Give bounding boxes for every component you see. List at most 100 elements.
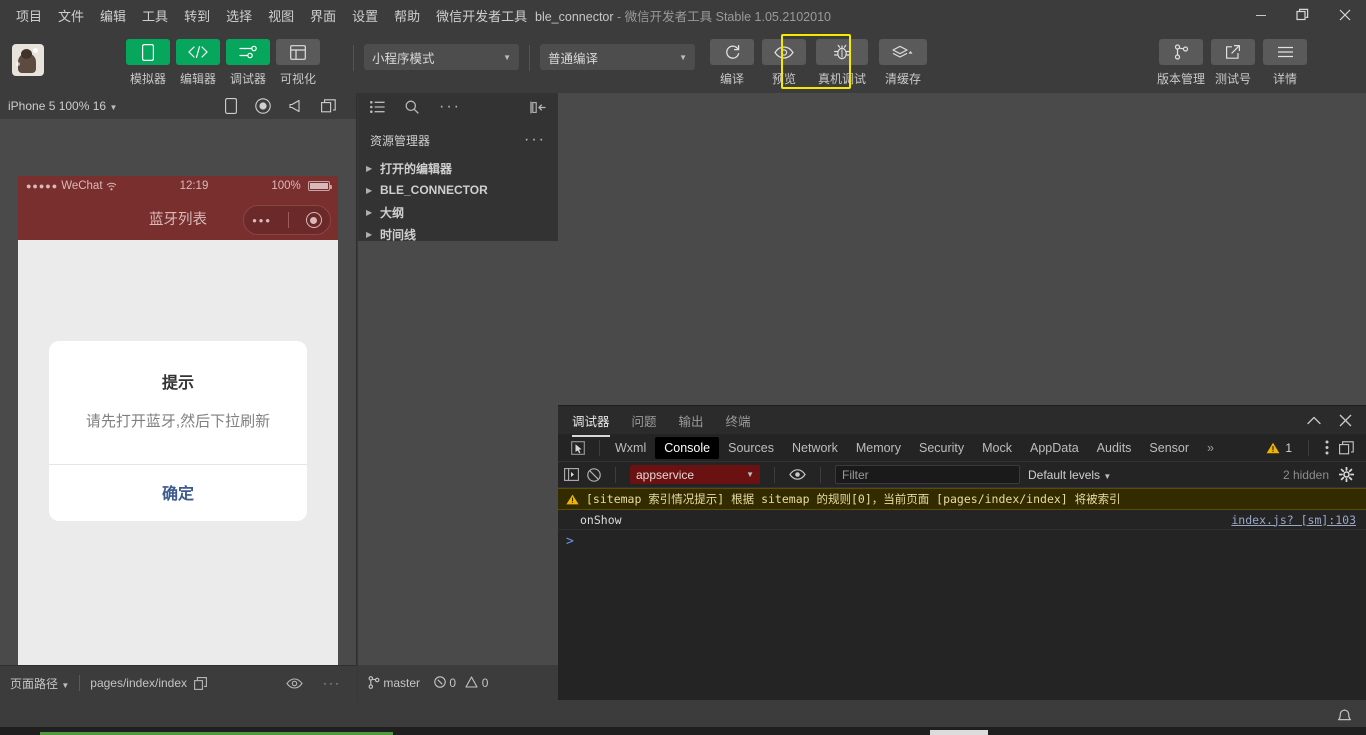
subtab-sources[interactable]: Sources bbox=[719, 437, 783, 459]
volume-icon[interactable] bbox=[289, 99, 303, 113]
capsule-more-icon[interactable]: ••• bbox=[252, 213, 272, 228]
menu-item-edit[interactable]: 编辑 bbox=[92, 2, 134, 29]
subtab-console[interactable]: Console bbox=[655, 436, 720, 459]
simulator-toggle-button[interactable]: 模拟器 bbox=[125, 39, 171, 87]
avatar[interactable] bbox=[12, 44, 44, 76]
problems-status[interactable]: 0 0 bbox=[434, 676, 488, 690]
menu-item-help[interactable]: 帮助 bbox=[386, 2, 428, 29]
multi-window-icon[interactable] bbox=[321, 99, 336, 113]
chevron-down-icon: ▼ bbox=[746, 470, 754, 479]
tree-item-open-editors[interactable]: ▶ 打开的编辑器 bbox=[358, 157, 558, 179]
error-count: 0 bbox=[449, 675, 457, 690]
console-prompt-caret: > bbox=[566, 534, 574, 549]
more-icon[interactable]: ··· bbox=[439, 98, 461, 116]
menu-item-tools[interactable]: 工具 bbox=[134, 2, 176, 29]
menu-item-select[interactable]: 选择 bbox=[218, 2, 260, 29]
device-select-value: iPhone 5 100% 16 bbox=[8, 99, 107, 113]
console-log-info[interactable]: onShow index.js? [sm]:103 bbox=[558, 510, 1366, 530]
menu-item-interface[interactable]: 界面 bbox=[302, 2, 344, 29]
subtab-mock[interactable]: Mock bbox=[973, 437, 1021, 459]
chevron-up-icon[interactable] bbox=[1307, 416, 1321, 425]
console-log-source[interactable]: index.js? [sm]:103 bbox=[1231, 513, 1356, 527]
tree-item-outline[interactable]: ▶ 大纲 bbox=[358, 201, 558, 223]
tab-output[interactable]: 输出 bbox=[679, 405, 704, 436]
real-device-debug-button[interactable]: 真机调试 bbox=[813, 39, 871, 87]
list-icon[interactable] bbox=[370, 101, 385, 113]
details-button[interactable]: 详情 bbox=[1262, 39, 1308, 87]
console-prompt[interactable]: > bbox=[558, 530, 1366, 553]
subtab-wxml[interactable]: Wxml bbox=[606, 437, 655, 459]
preview-button[interactable]: 预览 bbox=[761, 39, 807, 87]
page-path-value: pages/index/index bbox=[90, 676, 188, 690]
compile-mode-select[interactable]: 普通编译 ▼ bbox=[540, 44, 695, 70]
preview-label: 预览 bbox=[771, 72, 796, 86]
bell-icon[interactable] bbox=[1337, 709, 1366, 726]
dialog-confirm-button[interactable]: 确定 bbox=[49, 465, 307, 521]
console-filter-input[interactable]: Filter bbox=[835, 465, 1020, 484]
search-icon[interactable] bbox=[405, 100, 419, 114]
tab-problems[interactable]: 问题 bbox=[632, 405, 657, 436]
menu-item-file[interactable]: 文件 bbox=[50, 2, 92, 29]
live-expression-icon[interactable] bbox=[789, 469, 806, 480]
menu-item-settings[interactable]: 设置 bbox=[344, 2, 386, 29]
close-icon[interactable] bbox=[1339, 414, 1352, 427]
compile-button[interactable]: 编译 bbox=[709, 39, 755, 87]
preview-eye-icon[interactable] bbox=[286, 677, 303, 689]
record-icon[interactable] bbox=[255, 98, 271, 114]
app-mode-select[interactable]: 小程序模式 ▼ bbox=[364, 44, 519, 70]
branch-status[interactable]: master bbox=[368, 676, 420, 690]
error-circle-icon bbox=[434, 676, 449, 690]
menu-item-goto[interactable]: 转到 bbox=[176, 2, 218, 29]
inspect-element-icon[interactable] bbox=[564, 440, 593, 455]
window-title-project: ble_connector bbox=[535, 9, 614, 24]
subtab-memory[interactable]: Memory bbox=[847, 437, 910, 459]
dock-panel-icon[interactable] bbox=[1339, 440, 1354, 455]
tab-debugger[interactable]: 调试器 bbox=[572, 405, 610, 437]
page-path-select[interactable]: 页面路径 ▼ bbox=[10, 675, 69, 692]
wechat-capsule[interactable]: ••• bbox=[243, 205, 331, 235]
branch-icon bbox=[1159, 39, 1203, 65]
warning-badge[interactable]: 1 bbox=[1266, 441, 1292, 455]
test-account-button[interactable]: 测试号 bbox=[1210, 39, 1256, 87]
menu-item-view[interactable]: 视图 bbox=[260, 2, 302, 29]
menu-item-devtools[interactable]: 微信开发者工具 bbox=[428, 2, 535, 29]
collapse-panel-icon[interactable] bbox=[530, 101, 546, 114]
capsule-close-icon[interactable] bbox=[305, 212, 322, 228]
console-levels-select[interactable]: Default levels ▼ bbox=[1028, 468, 1111, 482]
subtab-audits[interactable]: Audits bbox=[1088, 437, 1141, 459]
subtab-security[interactable]: Security bbox=[910, 437, 973, 459]
tab-terminal[interactable]: 终端 bbox=[726, 405, 751, 436]
console-log-warning[interactable]: [sitemap 索引情况提示] 根据 sitemap 的规则[0]，当前页面 … bbox=[558, 488, 1366, 510]
subtab-overflow[interactable]: » bbox=[1198, 437, 1223, 459]
close-button[interactable] bbox=[1324, 0, 1366, 30]
device-select[interactable]: iPhone 5 100% 16 ▼ bbox=[8, 99, 117, 113]
minimize-button[interactable] bbox=[1240, 0, 1282, 30]
menu-item-project[interactable]: 项目 bbox=[8, 2, 50, 29]
refresh-icon bbox=[710, 39, 754, 65]
explorer-panel: ··· 资源管理器 ··· ▶ 打开的编辑器 ▶ BLE_CONNECTOR ▶… bbox=[358, 93, 558, 700]
editor-toggle-button[interactable]: 编辑器 bbox=[175, 39, 221, 87]
bug-icon bbox=[816, 39, 868, 65]
devtools-panel: 调试器 问题 输出 终端 Wxml Console Sources Networ… bbox=[558, 405, 1366, 700]
more-icon[interactable]: ··· bbox=[323, 676, 341, 690]
copy-icon[interactable] bbox=[194, 676, 207, 690]
restore-button[interactable] bbox=[1282, 0, 1324, 30]
toolbar-view-buttons: 模拟器 编辑器 调试器 可视化 bbox=[125, 39, 321, 87]
gear-icon[interactable] bbox=[1339, 467, 1354, 482]
subtab-sensor[interactable]: Sensor bbox=[1140, 437, 1198, 459]
simulator-toggle-label: 模拟器 bbox=[129, 72, 166, 86]
explorer-more-icon[interactable]: ··· bbox=[524, 131, 546, 149]
tree-item-project-root[interactable]: ▶ BLE_CONNECTOR bbox=[358, 179, 558, 201]
version-control-button[interactable]: 版本管理 bbox=[1157, 39, 1205, 87]
console-sidebar-icon[interactable] bbox=[564, 468, 579, 481]
debugger-toggle-button[interactable]: 调试器 bbox=[225, 39, 271, 87]
clear-console-icon[interactable] bbox=[587, 467, 601, 482]
subtab-appdata[interactable]: AppData bbox=[1021, 437, 1088, 459]
vertical-dots-icon[interactable] bbox=[1325, 440, 1329, 455]
clear-cache-button[interactable]: 清缓存 bbox=[877, 39, 929, 87]
visualizer-toggle-button[interactable]: 可视化 bbox=[275, 39, 321, 87]
subtab-network[interactable]: Network bbox=[783, 437, 847, 459]
rotate-device-icon[interactable] bbox=[225, 98, 237, 114]
console-context-select[interactable]: appservice ▼ bbox=[630, 465, 760, 484]
taskbar-window-strip[interactable] bbox=[930, 730, 988, 735]
